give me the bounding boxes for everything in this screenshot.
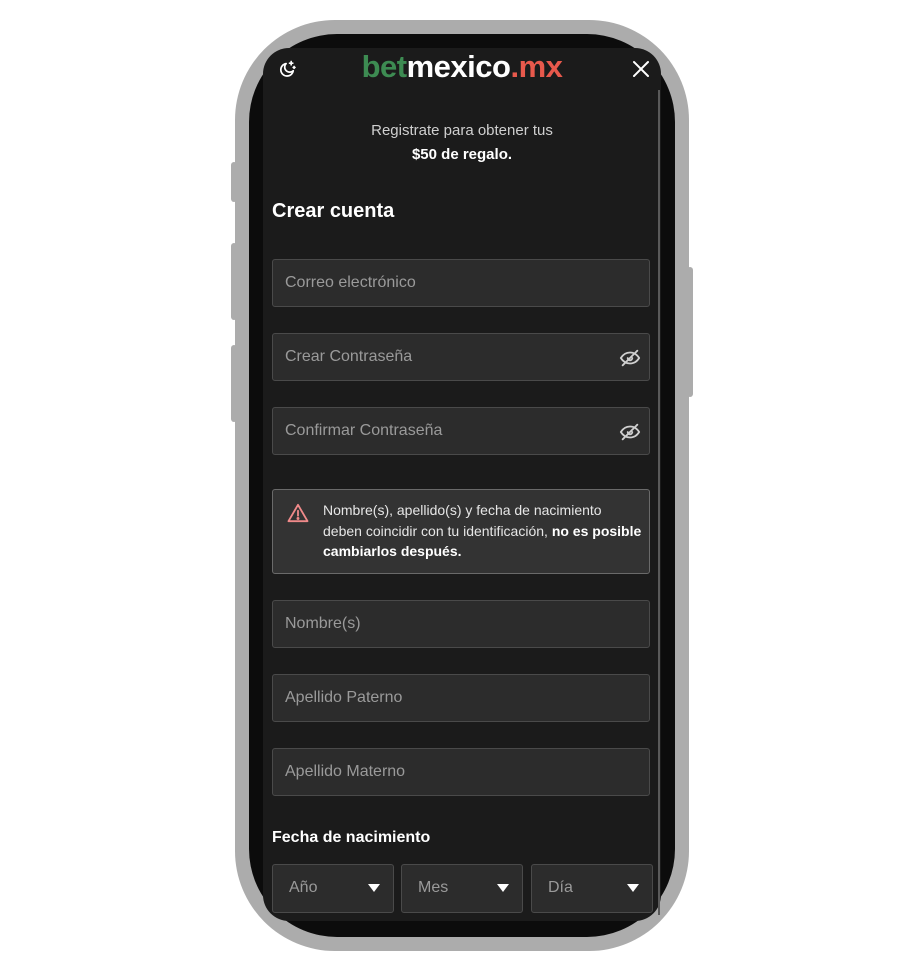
phone-side-button [231,345,237,422]
caret-down-icon [627,884,639,892]
password-field[interactable] [273,334,649,380]
password-visibility-toggle[interactable] [619,348,641,368]
promo-text: Registrate para obtener tus $50 de regal… [263,119,661,167]
password-field-wrapper [272,333,650,381]
email-field[interactable] [273,260,649,306]
maternal-last-name-field[interactable] [273,749,649,795]
birthdate-label: Fecha de nacimiento [272,829,431,846]
month-select-value: Mes [418,879,449,896]
confirm-password-field[interactable] [273,408,649,454]
brand-logo: betmexico.mx [263,48,661,87]
day-select[interactable]: Día [531,864,653,913]
logo-part-mexico: mexico [406,49,511,84]
confirm-password-visibility-toggle[interactable] [619,422,641,442]
paternal-last-name-field[interactable] [273,675,649,721]
warning-icon [287,503,309,523]
identity-notice: Nombre(s), apellido(s) y fecha de nacimi… [272,489,650,574]
eye-off-icon [619,423,641,441]
month-select[interactable]: Mes [401,864,523,913]
close-button[interactable] [631,59,651,79]
logo-part-bet: bet [361,49,408,84]
paternal-last-name-field-wrapper [272,674,650,722]
year-select[interactable]: Año [272,864,394,913]
day-select-value: Día [548,879,573,896]
first-name-field[interactable] [273,601,649,647]
confirm-password-field-wrapper [272,407,650,455]
logo-part-mx: .mx [510,49,563,84]
close-icon [633,61,649,77]
phone-side-button [687,267,693,397]
app-screen: betmexico.mx Registrate para obtener tus… [263,48,661,921]
promo-line-1: Registrate para obtener tus [371,122,553,139]
eye-off-icon [619,349,641,367]
phone-side-button [231,243,237,320]
caret-down-icon [497,884,509,892]
year-select-value: Año [289,879,318,896]
scrollbar[interactable] [658,90,660,915]
promo-line-2: $50 de regalo. [411,146,513,163]
page-title: Crear cuenta [272,200,395,222]
email-field-wrapper [272,259,650,307]
notice-text: Nombre(s), apellido(s) y fecha de nacimi… [323,500,643,562]
phone-side-button [231,162,237,202]
caret-down-icon [368,884,380,892]
first-name-field-wrapper [272,600,650,648]
maternal-last-name-field-wrapper [272,748,650,796]
